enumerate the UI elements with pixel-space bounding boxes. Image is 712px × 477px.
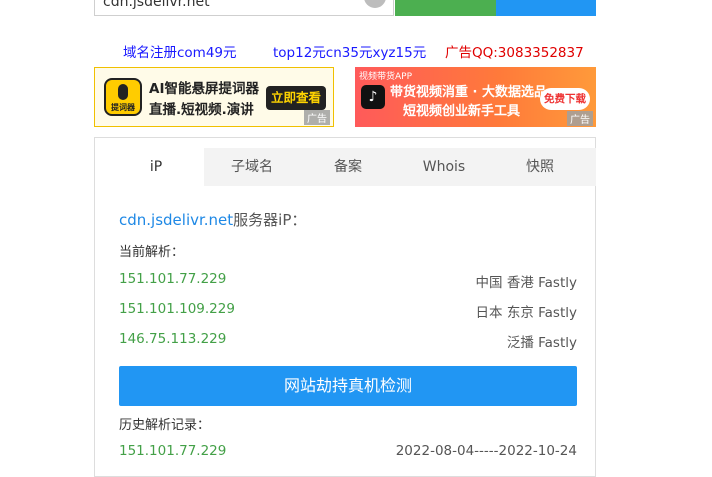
ip-address-link[interactable]: 146.75.113.229 [119, 331, 226, 347]
ip-location: 中国 香港 Fastly [475, 275, 577, 291]
hijack-check-button[interactable]: 网站劫持真机检测 [119, 366, 577, 406]
ip-address-link[interactable]: 151.101.109.229 [119, 301, 235, 317]
tab-icp[interactable]: 备案 [300, 148, 396, 186]
ad-subtitle: 短视频创业新手工具 [403, 104, 521, 119]
promo-link-ad-qq[interactable]: 广告QQ:3083352837 [445, 41, 584, 61]
ad-badge: 广告 [567, 111, 593, 126]
host-link[interactable]: cdn.jsdelivr.net [119, 211, 233, 229]
ip-location: 日本 东京 Fastly [475, 305, 577, 321]
history-label: 历史解析记录： [119, 418, 211, 433]
ad-badge: 广告 [304, 110, 330, 125]
lookup-result-panel: iP 子域名 备案 Whois 快照 cdn.jsdelivr.net服务器iP… [94, 137, 596, 477]
date-range: 2022-08-04-----2022-10-24 [395, 443, 577, 459]
ad-banner-teleprompter[interactable]: 提词器 AI智能悬屏提词器 直播.短视频.演讲 立即查看 广告 [94, 67, 334, 127]
secondary-query-button[interactable] [496, 0, 596, 16]
ad-title: 带货视频消重 · 大数据选品 [390, 85, 547, 100]
domain-search-input[interactable]: cdn.jsdelivr.net [94, 0, 394, 16]
history-row: 151.101.77.229 2022-08-04-----2022-10-24 [119, 443, 577, 463]
tab-bar: iP 子域名 备案 Whois 快照 [108, 148, 596, 186]
ad-subtitle: 直播.短视频.演讲 [149, 102, 254, 118]
tab-ip[interactable]: iP [108, 148, 204, 186]
app-icon-label: 提词器 [111, 103, 135, 112]
ip-location: 泛播 Fastly [506, 335, 577, 351]
promo-link-tld-prices[interactable]: top12元cn35元xyz15元 [273, 41, 426, 61]
current-resolution-label: 当前解析： [119, 245, 185, 260]
ip-row: 151.101.109.229 日本 东京 Fastly [119, 301, 577, 321]
server-ip-heading: cdn.jsdelivr.net服务器iP： [119, 209, 306, 230]
ad-banner-video-tool[interactable]: 视频带货APP ♪ 带货视频消重 · 大数据选品 短视频创业新手工具 免费下载 … [355, 67, 596, 127]
heading-suffix: 服务器iP： [233, 211, 307, 229]
ip-row: 151.101.77.229 中国 香港 Fastly [119, 271, 577, 291]
microphone-app-icon: 提词器 [104, 78, 142, 116]
tab-subdomain[interactable]: 子域名 [204, 148, 300, 186]
ad-title: AI智能悬屏提词器 [149, 81, 259, 97]
promo-link-domain-register[interactable]: 域名注册com49元 [123, 41, 237, 61]
ip-address-link[interactable]: 151.101.77.229 [119, 271, 226, 287]
tab-whois[interactable]: Whois [396, 148, 492, 186]
ip-row: 146.75.113.229 泛播 Fastly [119, 331, 577, 351]
ad-cta-button[interactable]: 立即查看 [266, 86, 326, 110]
ad-cta-button[interactable]: 免费下载 [540, 88, 590, 110]
ip-address-link[interactable]: 151.101.77.229 [119, 443, 226, 459]
tab-snapshot[interactable]: 快照 [492, 148, 588, 186]
tiktok-icon: ♪ [361, 85, 385, 109]
query-button[interactable] [395, 0, 496, 16]
